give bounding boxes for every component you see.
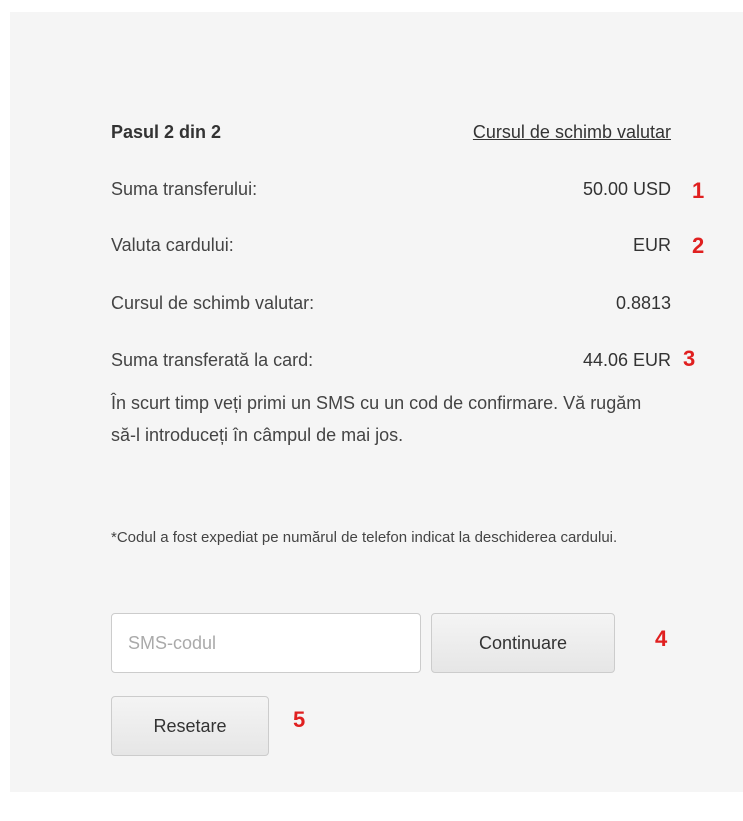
annotation-marker: 5	[293, 707, 306, 732]
detail-row-exchange-rate: Cursul de schimb valutar: 0.8813	[111, 288, 671, 318]
sms-code-input[interactable]	[111, 613, 421, 673]
step-header: Pasul 2 din 2 Cursul de schimb valutar	[111, 117, 671, 147]
annotation-marker: 4	[655, 626, 668, 651]
detail-row-transfer-amount: Suma transferului: 50.00 USD	[111, 174, 671, 204]
reset-button[interactable]: Resetare	[111, 696, 269, 756]
detail-label: Suma transferului:	[111, 179, 258, 199]
detail-label: Valuta cardului:	[111, 235, 234, 255]
annotation-marker: 3	[683, 346, 696, 371]
sms-info-text: În scurt timp veți primi un SMS cu un co…	[111, 393, 642, 445]
detail-label: Suma transferată la card:	[111, 350, 314, 370]
transfer-panel: Pasul 2 din 2 Cursul de schimb valutar S…	[10, 12, 743, 792]
sms-note-text: *Codul a fost expediat pe numărul de tel…	[111, 529, 618, 546]
annotation-marker: 1	[692, 178, 705, 203]
detail-value: 0.8813	[615, 293, 671, 313]
detail-row-transferred-amount: Suma transferată la card: 44.06 EUR	[111, 345, 671, 375]
exchange-rate-link[interactable]: Cursul de schimb valutar	[473, 117, 671, 147]
continue-button[interactable]: Continuare	[431, 613, 615, 673]
step-title: Pasul 2 din 2	[111, 122, 222, 142]
detail-row-card-currency: Valuta cardului: EUR	[111, 230, 671, 260]
detail-value: EUR	[632, 235, 671, 255]
detail-value: 50.00 USD	[582, 179, 671, 199]
detail-value: 44.06 EUR	[582, 350, 671, 370]
annotation-marker: 2	[692, 233, 705, 258]
detail-label: Cursul de schimb valutar:	[111, 293, 315, 313]
